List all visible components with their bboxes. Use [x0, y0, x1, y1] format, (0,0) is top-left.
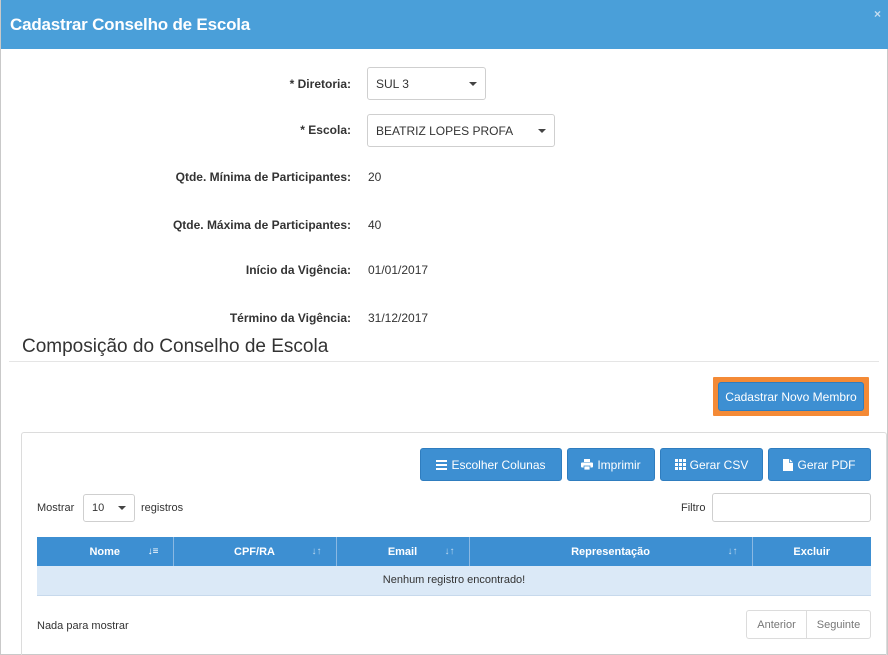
- column-header-label: Excluir: [793, 545, 831, 558]
- column-header-cpf[interactable]: CPF/RA ↓↑: [173, 537, 337, 566]
- diretoria-select[interactable]: SUL 3: [367, 67, 486, 100]
- chevron-down-icon: [538, 128, 546, 133]
- diretoria-label: * Diretoria:: [289, 77, 351, 91]
- start-date-value: 01/01/2017: [368, 263, 429, 277]
- chevron-down-icon: [118, 506, 126, 510]
- choose-columns-label: Escolher Colunas: [451, 457, 546, 472]
- previous-page-button[interactable]: Anterior: [746, 610, 807, 639]
- page-length-select[interactable]: 10: [83, 494, 135, 522]
- modal-header: Cadastrar Conselho de Escola ×: [1, 0, 888, 49]
- escola-select-value: BEATRIZ LOPES PROFA: [376, 123, 514, 138]
- column-header-label: Nome: [89, 545, 121, 558]
- members-table: Nome ↓≡ CPF/RA ↓↑ Email ↓↑ Representação…: [37, 537, 871, 596]
- export-pdf-label: Gerar PDF: [797, 457, 856, 472]
- export-pdf-button[interactable]: Gerar PDF: [768, 448, 871, 481]
- records-label: registros: [141, 502, 184, 514]
- sort-icon: ↓↑: [727, 546, 738, 557]
- sort-icon: ↓↑: [444, 546, 455, 557]
- chevron-down-icon: [469, 81, 477, 86]
- page-length-value: 10: [92, 502, 105, 514]
- next-page-button[interactable]: Seguinte: [806, 610, 871, 639]
- export-csv-button[interactable]: Gerar CSV: [660, 448, 763, 481]
- end-date-label: Término da Vigência:: [229, 311, 351, 325]
- column-header-nome[interactable]: Nome ↓≡: [37, 537, 174, 566]
- min-participants-value: 20: [368, 170, 382, 184]
- close-icon[interactable]: ×: [874, 7, 881, 21]
- max-participants-value: 40: [368, 218, 382, 232]
- add-member-button[interactable]: Cadastrar Novo Membro: [718, 382, 864, 411]
- filter-input[interactable]: [712, 493, 871, 522]
- filter-label: Filtro: [681, 502, 706, 514]
- column-header-email[interactable]: Email ↓↑: [336, 537, 470, 566]
- end-date-value: 31/12/2017: [368, 311, 429, 325]
- sort-icon: ↓↑: [311, 546, 322, 557]
- column-header-label: CPF/RA: [234, 545, 275, 558]
- list-icon: [436, 459, 448, 470]
- column-header-label: Email: [387, 545, 418, 558]
- column-header-excluir: Excluir: [752, 537, 871, 566]
- print-button[interactable]: Imprimir: [567, 448, 655, 481]
- choose-columns-button[interactable]: Escolher Colunas: [420, 448, 562, 481]
- show-label: Mostrar: [37, 502, 75, 514]
- start-date-label: Início da Vigência:: [245, 263, 351, 277]
- table-row: Nenhum registro encontrado!: [37, 566, 871, 596]
- empty-table-message: Nenhum registro encontrado!: [37, 566, 871, 596]
- section-title: Composição do Conselho de Escola: [22, 336, 329, 357]
- print-label: Imprimir: [597, 457, 641, 472]
- section-divider: [9, 361, 879, 362]
- max-participants-label: Qtde. Máxima de Participantes:: [172, 218, 351, 232]
- column-header-label: Representação: [571, 545, 650, 558]
- escola-label: * Escola:: [300, 123, 351, 137]
- column-header-representacao[interactable]: Representação ↓↑: [469, 537, 753, 566]
- escola-select[interactable]: BEATRIZ LOPES PROFA: [367, 114, 555, 147]
- print-icon: [581, 459, 594, 470]
- modal-dialog: Cadastrar Conselho de Escola × * Diretor…: [0, 0, 888, 655]
- file-icon: [783, 458, 794, 471]
- diretoria-select-value: SUL 3: [376, 76, 409, 91]
- table-info: Nada para mostrar: [37, 620, 129, 632]
- min-participants-label: Qtde. Mínima de Participantes:: [175, 170, 351, 184]
- table-icon: [674, 459, 686, 470]
- export-csv-label: Gerar CSV: [689, 457, 749, 472]
- sort-asc-icon: ↓≡: [147, 546, 159, 557]
- table-header-row: Nome ↓≡ CPF/RA ↓↑ Email ↓↑ Representação…: [37, 537, 871, 566]
- modal-title: Cadastrar Conselho de Escola: [10, 15, 251, 34]
